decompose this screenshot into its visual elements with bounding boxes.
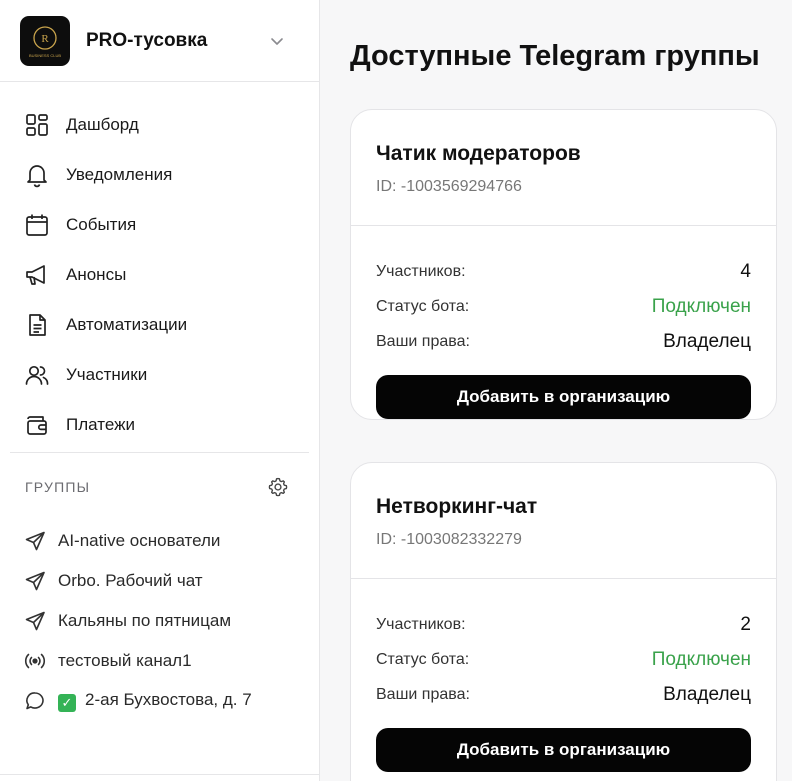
card-body: Участников: 4 Статус бота: Подключен Ваш… bbox=[351, 226, 776, 419]
group-id: ID: -1003569294766 bbox=[376, 178, 522, 195]
group-item-text: 2-ая Бухвостова, д. 7 bbox=[85, 690, 252, 709]
broadcast-icon bbox=[24, 653, 46, 669]
bell-icon bbox=[27, 165, 47, 188]
nav-item-label: События bbox=[66, 215, 137, 234]
sidebar-bottom-divider bbox=[0, 774, 320, 775]
members-label: Участников: bbox=[376, 262, 466, 280]
org-logo: R BUSINESS CLUB bbox=[20, 15, 70, 66]
bot-status-label: Статус бота: bbox=[376, 650, 470, 668]
groups-title: ГРУППЫ bbox=[25, 479, 91, 495]
nav-item-automations[interactable]: Автоматизации bbox=[0, 300, 319, 350]
chat-bubble-icon bbox=[26, 692, 44, 710]
telegram-send-icon bbox=[25, 571, 45, 591]
rights-value: Владелец bbox=[663, 330, 751, 352]
nav-item-label: Платежи bbox=[66, 415, 135, 434]
group-item[interactable]: Кальяны по пятницам bbox=[0, 601, 319, 641]
nav-item-members[interactable]: Участники bbox=[0, 350, 319, 400]
bot-status-row: Статус бота: Подключен bbox=[376, 642, 751, 677]
main-nav: Дашборд Уведомления События Анонсы Автом… bbox=[0, 82, 319, 450]
group-item[interactable]: Orbo. Рабочий чат bbox=[0, 561, 319, 601]
group-item[interactable]: ✓ 2-ая Бухвостова, д. 7 bbox=[0, 681, 319, 721]
document-icon bbox=[29, 314, 46, 336]
svg-text:BUSINESS CLUB: BUSINESS CLUB bbox=[29, 53, 61, 58]
chevron-down-icon bbox=[271, 37, 283, 45]
users-icon bbox=[25, 365, 49, 385]
gear-icon[interactable] bbox=[267, 476, 289, 498]
members-row: Участников: 4 bbox=[376, 254, 751, 289]
nav-item-notifications[interactable]: Уведомления bbox=[0, 150, 319, 200]
group-name: Нетворкинг-чат bbox=[376, 495, 538, 518]
telegram-send-icon bbox=[25, 611, 45, 631]
card-header: Чатик модераторов ID: -1003569294766 bbox=[351, 110, 776, 226]
svg-text:R: R bbox=[41, 33, 49, 45]
nav-item-dashboard[interactable]: Дашборд bbox=[0, 100, 319, 150]
rights-label: Ваши права: bbox=[376, 685, 470, 703]
rights-value: Владелец bbox=[663, 683, 751, 705]
members-label: Участников: bbox=[376, 615, 466, 633]
main-content: Доступные Telegram группы Чатик модерато… bbox=[321, 0, 792, 781]
members-row: Участников: 2 bbox=[376, 607, 751, 642]
calendar-icon bbox=[26, 214, 48, 236]
group-list: AI-native основатели Orbo. Рабочий чат К… bbox=[0, 521, 319, 721]
telegram-send-icon bbox=[25, 531, 45, 551]
group-item-label: Orbo. Рабочий чат bbox=[58, 571, 203, 590]
bot-status-value: Подключен bbox=[651, 295, 751, 317]
org-switcher[interactable]: R BUSINESS CLUB PRO-тусовка bbox=[0, 0, 319, 82]
bot-status-value: Подключен bbox=[651, 648, 751, 670]
add-to-organization-button[interactable]: Добавить в организацию bbox=[376, 728, 751, 772]
nav-item-label: Уведомления bbox=[66, 165, 173, 184]
check-mark-icon: ✓ bbox=[58, 694, 76, 712]
add-to-organization-button[interactable]: Добавить в организацию bbox=[376, 375, 751, 419]
groups-header: ГРУППЫ bbox=[0, 453, 319, 521]
members-count: 2 bbox=[740, 613, 751, 635]
group-name: Чатик модераторов bbox=[376, 142, 581, 165]
nav-item-events[interactable]: События bbox=[0, 200, 319, 250]
wallet-icon bbox=[27, 416, 47, 435]
group-item[interactable]: AI-native основатели bbox=[0, 521, 319, 561]
group-card: Нетворкинг-чат ID: -1003082332279 Участн… bbox=[350, 462, 777, 781]
nav-item-label: Автоматизации bbox=[66, 315, 188, 334]
group-id: ID: -1003082332279 bbox=[376, 531, 522, 548]
group-item[interactable]: тестовый канал1 bbox=[0, 641, 319, 681]
rights-label: Ваши права: bbox=[376, 332, 470, 350]
nav-item-label: Дашборд bbox=[66, 115, 139, 134]
group-item-label: тестовый канал1 bbox=[58, 651, 192, 670]
card-header: Нетворкинг-чат ID: -1003082332279 bbox=[351, 463, 776, 579]
rights-row: Ваши права: Владелец bbox=[376, 677, 751, 712]
bot-status-row: Статус бота: Подключен bbox=[376, 289, 751, 324]
bot-status-label: Статус бота: bbox=[376, 297, 470, 315]
card-body: Участников: 2 Статус бота: Подключен Ваш… bbox=[351, 579, 776, 772]
org-name: PRO-тусовка bbox=[86, 29, 208, 51]
group-item-label: Кальяны по пятницам bbox=[58, 611, 232, 630]
nav-item-payments[interactable]: Платежи bbox=[0, 400, 319, 450]
megaphone-icon bbox=[26, 265, 45, 285]
sidebar: R BUSINESS CLUB PRO-тусовка Дашборд Увед… bbox=[0, 0, 320, 781]
members-count: 4 bbox=[740, 260, 751, 282]
group-card: Чатик модераторов ID: -1003569294766 Уча… bbox=[350, 109, 777, 420]
dashboard-icon bbox=[26, 114, 48, 136]
nav-item-label: Анонсы bbox=[66, 265, 127, 284]
nav-item-label: Участники bbox=[66, 365, 148, 384]
rights-row: Ваши права: Владелец bbox=[376, 324, 751, 359]
group-item-label: AI-native основатели bbox=[58, 531, 221, 550]
page-title: Доступные Telegram группы bbox=[350, 40, 760, 72]
group-item-label: ✓ 2-ая Бухвостова, д. 7 bbox=[58, 690, 252, 712]
nav-item-announcements[interactable]: Анонсы bbox=[0, 250, 319, 300]
